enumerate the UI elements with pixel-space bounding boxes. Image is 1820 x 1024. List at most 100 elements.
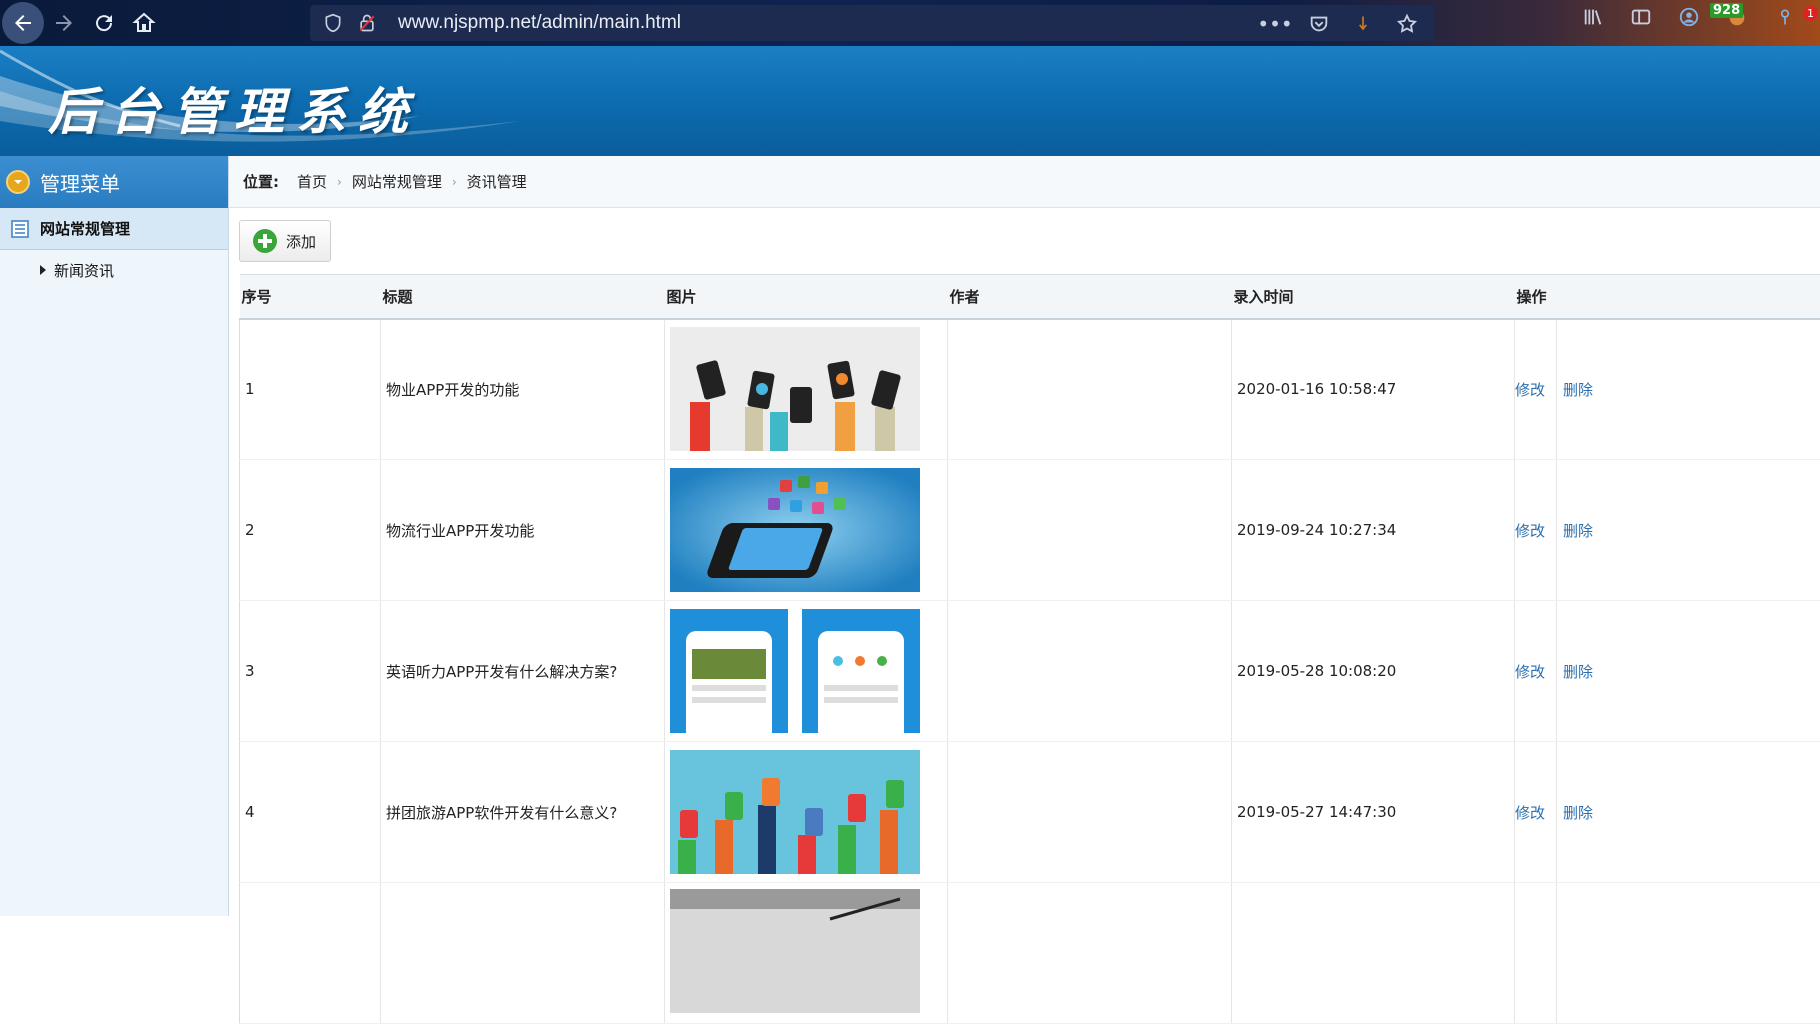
breadcrumb-home[interactable]: 首页 xyxy=(297,171,327,192)
app-title: 后台管理系统 xyxy=(48,72,420,144)
table-header-row: 序号 标题 图片 作者 录入时间 操作 xyxy=(240,275,1820,319)
cell-id: 4 xyxy=(240,742,381,883)
thumbnail-phone-app-icons-image xyxy=(670,468,920,592)
cell-title: 物流行业APP开发功能 xyxy=(381,460,665,601)
cell-edit: 修改 xyxy=(1515,601,1557,742)
toolbar: 添加 xyxy=(229,208,1820,274)
cell-title: 英语听力APP开发有什么解决方案? xyxy=(381,601,665,742)
url-text[interactable]: www.njspmp.net/admin/main.html xyxy=(398,12,681,34)
delete-link[interactable]: 删除 xyxy=(1563,804,1593,822)
library-icon[interactable] xyxy=(1580,4,1606,30)
home-icon[interactable] xyxy=(124,3,164,43)
cell-time: 2019-05-28 10:08:20 xyxy=(1232,601,1515,742)
addon-badge: 928 xyxy=(1710,3,1743,18)
breadcrumb-news-management[interactable]: 资讯管理 xyxy=(467,171,527,192)
table-row: 1 物业APP开发的功能 xyxy=(240,319,1820,460)
cell-author xyxy=(948,601,1232,742)
breadcrumb-site-management[interactable]: 网站常规管理 xyxy=(352,171,442,192)
news-table: 序号 标题 图片 作者 录入时间 操作 1 物业APP开发的功能 xyxy=(239,274,1820,1024)
cell-delete: 删除 xyxy=(1557,460,1820,601)
cell-delete: 删除 xyxy=(1557,319,1820,460)
reload-icon[interactable] xyxy=(84,3,124,43)
thumbnail-partial-image xyxy=(670,889,920,1013)
pocket-icon[interactable] xyxy=(1306,11,1332,37)
cell-edit: 修改 xyxy=(1515,742,1557,883)
edit-link[interactable]: 修改 xyxy=(1515,663,1545,681)
sidebar: 管理菜单 网站常规管理 新闻资讯 xyxy=(0,156,229,916)
column-header-time[interactable]: 录入时间 xyxy=(1232,275,1515,319)
menu-group-site-management[interactable]: 网站常规管理 xyxy=(0,208,228,250)
add-button-label: 添加 xyxy=(286,231,316,252)
menu-header[interactable]: 管理菜单 xyxy=(0,156,228,208)
delete-link[interactable]: 删除 xyxy=(1563,381,1593,399)
cell-time xyxy=(1232,883,1515,1024)
menu-header-label: 管理菜单 xyxy=(40,168,120,197)
address-bar[interactable]: www.njspmp.net/admin/main.html ••• xyxy=(310,5,1434,41)
sidebar-item-label: 新闻资讯 xyxy=(54,260,114,281)
cell-title xyxy=(381,883,665,1024)
menu-group-label: 网站常规管理 xyxy=(40,218,130,239)
sidebar-item-news[interactable]: 新闻资讯 xyxy=(0,250,228,290)
cell-time: 2019-09-24 10:27:34 xyxy=(1232,460,1515,601)
more-icon[interactable]: ••• xyxy=(1262,11,1288,37)
cell-title: 拼团旅游APP软件开发有什么意义? xyxy=(381,742,665,883)
insecure-lock-icon[interactable] xyxy=(356,12,378,34)
delete-link[interactable]: 删除 xyxy=(1563,522,1593,540)
table-row xyxy=(240,883,1820,1024)
column-header-author[interactable]: 作者 xyxy=(948,275,1232,319)
account-icon[interactable] xyxy=(1676,4,1702,30)
main-content: 位置: 首页 › 网站常规管理 › 资讯管理 添加 序号 标题 图片 作者 xyxy=(229,156,1820,916)
plus-circle-icon xyxy=(252,228,278,254)
cell-id: 2 xyxy=(240,460,381,601)
cell-image xyxy=(665,319,948,460)
edit-link[interactable]: 修改 xyxy=(1515,804,1545,822)
cell-edit xyxy=(1515,883,1557,1024)
reader-view-icon[interactable] xyxy=(1628,4,1654,30)
cell-image xyxy=(665,601,948,742)
cell-image xyxy=(665,460,948,601)
cell-delete: 删除 xyxy=(1557,601,1820,742)
breadcrumb-separator-icon: › xyxy=(452,175,457,189)
thumbnail-two-phone-screens-image xyxy=(670,609,920,733)
cell-title: 物业APP开发的功能 xyxy=(381,319,665,460)
pin-icon[interactable] xyxy=(1772,4,1798,30)
cell-author xyxy=(948,319,1232,460)
column-header-title[interactable]: 标题 xyxy=(381,275,665,319)
edit-link[interactable]: 修改 xyxy=(1515,381,1545,399)
cell-edit: 修改 xyxy=(1515,319,1557,460)
app-banner: 后台管理系统 xyxy=(0,46,1820,156)
breadcrumb-separator-icon: › xyxy=(337,175,342,189)
extension-icon[interactable] xyxy=(1350,11,1376,37)
column-header-image[interactable]: 图片 xyxy=(665,275,948,319)
back-icon[interactable] xyxy=(2,2,44,44)
cell-time: 2019-05-27 14:47:30 xyxy=(1232,742,1515,883)
cell-time: 2020-01-16 10:58:47 xyxy=(1232,319,1515,460)
chevron-down-icon[interactable] xyxy=(6,170,30,194)
alert-badge: 1 xyxy=(1803,6,1818,21)
add-button[interactable]: 添加 xyxy=(239,220,331,262)
forward-icon[interactable] xyxy=(44,3,84,43)
thumbnail-hands-phones-lightblue-image xyxy=(670,750,920,874)
cell-image xyxy=(665,883,948,1024)
cell-author xyxy=(948,883,1232,1024)
breadcrumb-label: 位置: xyxy=(243,171,279,192)
table-row: 4 拼团旅游APP软件开发有什么意义? xyxy=(240,742,1820,883)
delete-link[interactable]: 删除 xyxy=(1563,663,1593,681)
browser-toolbar: www.njspmp.net/admin/main.html ••• xyxy=(0,0,1820,46)
cell-author xyxy=(948,460,1232,601)
shield-icon[interactable] xyxy=(322,12,344,34)
breadcrumb: 位置: 首页 › 网站常规管理 › 资讯管理 xyxy=(229,156,1820,208)
bookmark-star-icon[interactable] xyxy=(1394,11,1420,37)
column-header-id[interactable]: 序号 xyxy=(240,275,381,319)
list-icon xyxy=(10,219,30,239)
cell-edit: 修改 xyxy=(1515,460,1557,601)
cell-id: 3 xyxy=(240,601,381,742)
table-row: 2 物流行业APP开发功能 xyxy=(240,460,1820,601)
table-row: 3 英语听力APP开发有什么解决方案? xyxy=(240,601,1820,742)
cell-author xyxy=(948,742,1232,883)
thumbnail-hands-phones-image xyxy=(670,327,920,451)
cell-delete xyxy=(1557,883,1820,1024)
triangle-right-icon xyxy=(40,265,46,275)
edit-link[interactable]: 修改 xyxy=(1515,522,1545,540)
cell-id: 1 xyxy=(240,319,381,460)
